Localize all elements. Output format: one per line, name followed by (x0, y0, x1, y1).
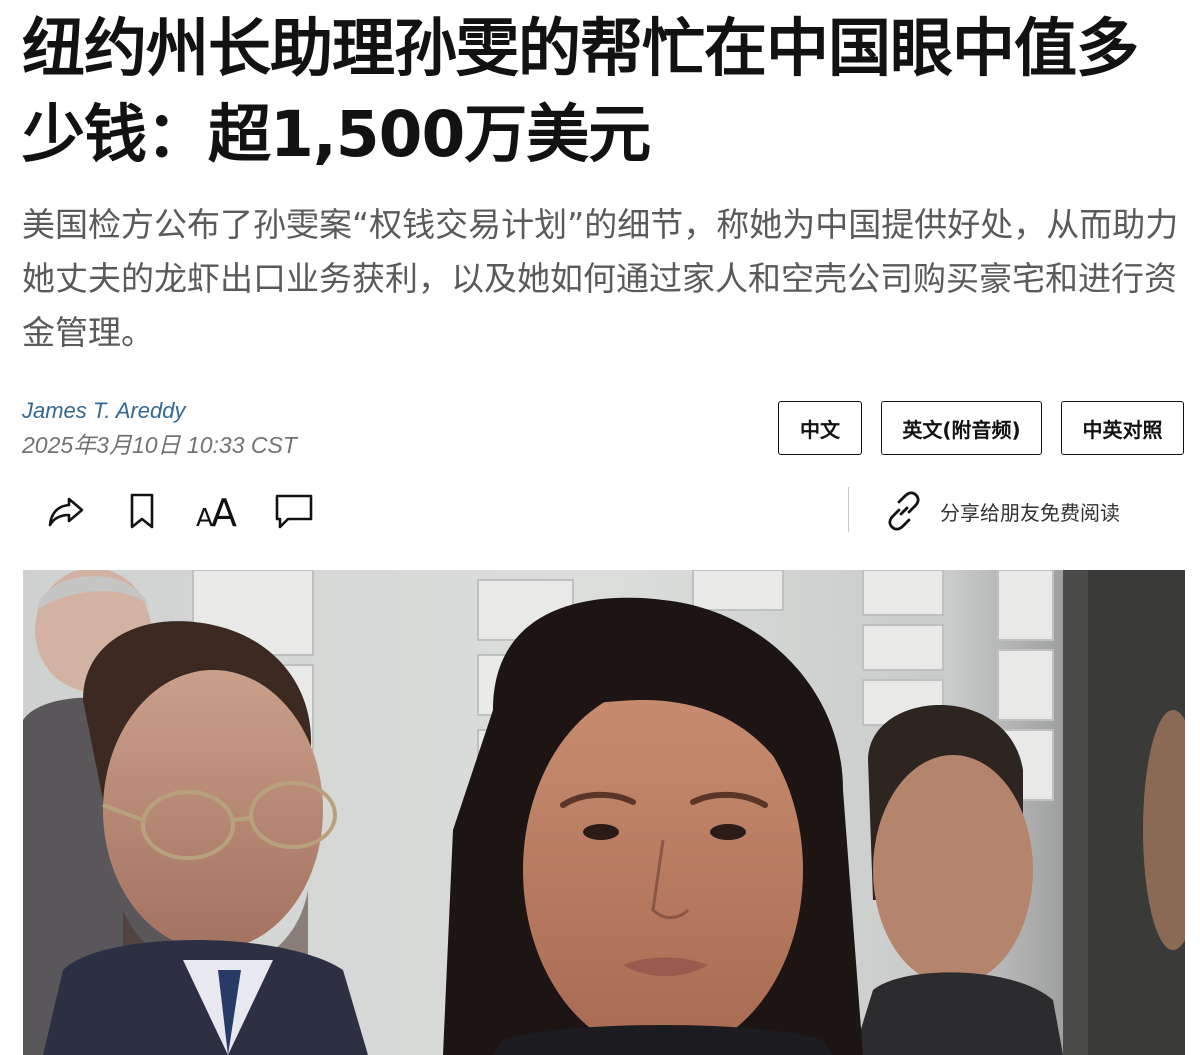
language-switch: 中文 英文(附音频) 中英对照 (778, 401, 1184, 455)
bookmark-icon (130, 493, 154, 529)
author-link[interactable]: James T. Areddy (22, 396, 297, 426)
publish-date: 2025年3月10日 10:33 CST (22, 432, 297, 458)
article-headline: 纽约州长助理孙雯的帮忙在中国眼中值多少钱：超1,500万美元 (22, 12, 1139, 171)
font-size-button[interactable]: A A (192, 485, 244, 537)
font-size-large-a: A (211, 491, 237, 532)
bilingual-button[interactable]: 中英对照 (1061, 401, 1184, 455)
share-button[interactable] (40, 485, 92, 537)
gift-article-button[interactable]: 分享给朋友免费阅读 (882, 489, 1120, 533)
gift-article-label: 分享给朋友免费阅读 (940, 500, 1120, 525)
lead-photo-image (23, 570, 1185, 1055)
comment-icon (275, 494, 313, 529)
comment-button[interactable] (268, 485, 320, 537)
article-lead-photo (23, 570, 1185, 1055)
font-size-icon: A A (196, 491, 237, 532)
english-audio-button[interactable]: 英文(附音频) (881, 401, 1042, 455)
toolbar-divider (848, 487, 849, 532)
byline: James T. Areddy 2025年3月10日 10:33 CST (22, 396, 297, 460)
link-icon (888, 491, 920, 531)
bookmark-button[interactable] (116, 485, 168, 537)
article-summary: 美国检方公布了孙雯案“权钱交易计划”的细节，称她为中国提供好处，从而助力她丈夫的… (22, 205, 1179, 352)
article-toolbar: A A (40, 485, 344, 537)
chinese-button[interactable]: 中文 (778, 401, 862, 455)
share-arrow-icon (48, 497, 84, 527)
